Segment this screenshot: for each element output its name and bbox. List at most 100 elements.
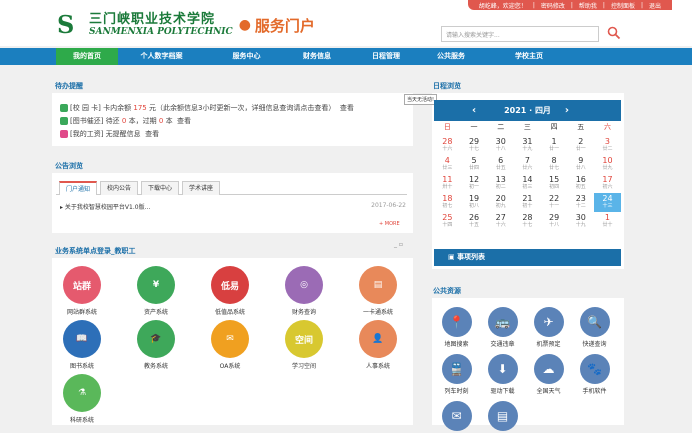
lunar-date: 初一 [469,184,480,190]
calendar-day[interactable]: 5 廿四 [461,155,488,174]
help-link[interactable]: 帮助我 [579,1,597,10]
tab-2[interactable]: 下载中心 [141,181,180,195]
calendar-day[interactable]: 1 廿十 [594,212,621,231]
nav-item-4[interactable]: 日程管理 [348,48,424,65]
app-6[interactable]: 🎓 教务系统 [126,320,186,370]
next-month-icon[interactable]: › [565,105,569,116]
school-logo[interactable]: S 三门峡职业技术学院 SANMENXIA POLYTECHNIC ● 服务门户 [57,12,315,38]
search-icon[interactable] [607,26,621,40]
calendar-day[interactable]: 17 初六 [594,174,621,193]
calendar-day[interactable]: 11 卅十 [434,174,461,193]
resource-0[interactable]: 📍 地图搜索 [434,307,479,348]
logo-mark-icon: S [57,10,75,39]
day-number: 10 [602,156,613,165]
app-0[interactable]: 站群 网站群系统 [52,266,112,316]
resource-1[interactable]: 🚌 交通违章 [480,307,525,348]
todo-row-library: [图书催还] 待还 0 本，过期 0 本 查看 [60,116,191,126]
calendar-day[interactable]: 30 十八 [487,136,514,155]
lunar-date: 十七 [469,146,480,152]
card-view-link[interactable]: 查看 [340,103,354,113]
lunar-date: 初四 [549,184,560,190]
logout-link[interactable]: 退出 [649,1,661,10]
calendar-day[interactable]: 4 廿三 [434,155,461,174]
calendar-day[interactable]: 21 初十 [514,193,541,212]
app-7[interactable]: ✉ OA系统 [200,320,260,370]
minimize-icon[interactable]: _ ▫ [394,241,403,248]
calendar-day[interactable]: 12 初一 [461,174,488,193]
resource-8[interactable]: ✉ [434,401,479,433]
resource-3[interactable]: 🔍 快递查询 [572,307,617,348]
tab-0[interactable]: 门户通知 [59,181,98,195]
announce-item[interactable]: ▸ 关于我校智慧校园平台V1.0版... 2017-06-22 [60,202,406,211]
search-input[interactable]: 请输入搜索关键字... [441,26,599,42]
nav-item-1[interactable]: 个人数字档案 [124,48,199,65]
lunar-date: 初九 [495,203,506,209]
prev-month-icon[interactable]: ‹ [472,105,476,116]
control-panel-link[interactable]: 控制面板 [611,1,635,10]
nav-item-0[interactable]: 我的首页 [56,48,118,65]
calendar-day[interactable]: 25 十四 [434,212,461,231]
resource-9[interactable]: ▤ [480,401,525,433]
resource-4[interactable]: 🚆 列车时刻 [434,354,479,395]
calendar-day[interactable]: 28 十六 [434,136,461,155]
nav-item-2[interactable]: 服务中心 [209,48,284,65]
app-10[interactable]: ⚗ 科研系统 [52,374,112,424]
app-1[interactable]: ¥ 资产系统 [126,266,186,316]
app-9[interactable]: 👤 人事系统 [348,320,408,370]
calendar-day[interactable]: 26 十五 [461,212,488,231]
change-password-link[interactable]: 密码修改 [541,1,565,10]
calendar-day[interactable]: 1 廿一 [541,136,568,155]
resource-5[interactable]: ⬇ 驱动下载 [480,354,525,395]
resource-6[interactable]: ☁ 全国天气 [526,354,571,395]
app-2[interactable]: 低易 低值品系统 [200,266,260,316]
calendar-day[interactable]: 29 十八 [541,212,568,231]
calendar-day[interactable]: 8 廿七 [541,155,568,174]
tab-1[interactable]: 校内公告 [100,181,139,195]
announce-item-title[interactable]: ▸ 关于我校智慧校园平台V1.0版... [60,202,150,211]
salary-view-link[interactable]: 查看 [145,129,159,139]
calendar-day[interactable]: 13 初二 [487,174,514,193]
tab-3[interactable]: 学术讲座 [182,181,221,195]
day-number: 15 [549,175,560,184]
more-link[interactable]: + MORE [379,221,400,227]
calendar-day[interactable]: 9 廿八 [567,155,594,174]
resource-label: 手机软件 [582,388,607,395]
calendar-day[interactable]: 14 初三 [514,174,541,193]
nav-item-6[interactable]: 学校主页 [489,48,569,65]
calendar-day[interactable]: 28 十七 [514,212,541,231]
app-5[interactable]: 📖 图书系统 [52,320,112,370]
day-number: 6 [498,156,504,165]
day-number: 19 [468,194,480,203]
calendar-day[interactable]: 3 廿二 [594,136,621,155]
app-3[interactable]: ◎ 财务查询 [274,266,334,316]
calendar-day[interactable]: 10 廿九 [594,155,621,174]
calendar-day[interactable]: 30 十九 [567,212,594,231]
calendar-day[interactable]: 18 初七 [434,193,461,212]
nav-item-5[interactable]: 公共服务 [420,48,482,65]
app-4[interactable]: ▤ 一卡通系统 [348,266,408,316]
events-bar[interactable]: ▣ 事项列表 [434,249,621,266]
nav-item-3[interactable]: 财务信息 [284,48,350,65]
calendar-day[interactable]: 23 十二 [567,193,594,212]
calendar-day[interactable]: 22 十一 [541,193,568,212]
app-8[interactable]: 空间 学习空间 [274,320,334,370]
calendar-day[interactable]: 29 十七 [461,136,488,155]
day-number: 28 [522,213,533,222]
resource-7[interactable]: 🐾 手机软件 [572,354,617,395]
calendar-day[interactable]: 6 廿五 [487,155,514,174]
weekday-2: 二 [497,123,505,131]
day-number: 21 [522,194,533,203]
library-view-link[interactable]: 查看 [177,116,191,126]
calendar-day[interactable]: 7 廿六 [514,155,541,174]
calendar-day[interactable]: 24 十三 [594,193,621,212]
calendar-day[interactable]: 15 初四 [541,174,568,193]
calendar-day[interactable]: 20 初九 [487,193,514,212]
calendar-day[interactable]: 2 廿一 [567,136,594,155]
resource-2[interactable]: ✈ 机票预定 [526,307,571,348]
calendar-day[interactable]: 19 初八 [461,193,488,212]
calendar-day[interactable]: 16 初五 [567,174,594,193]
calendar-day[interactable]: 27 十六 [487,212,514,231]
day-number: 13 [495,175,506,184]
calendar-day[interactable]: 31 十九 [514,136,541,155]
calendar-title: 日程浏览 [433,82,461,90]
